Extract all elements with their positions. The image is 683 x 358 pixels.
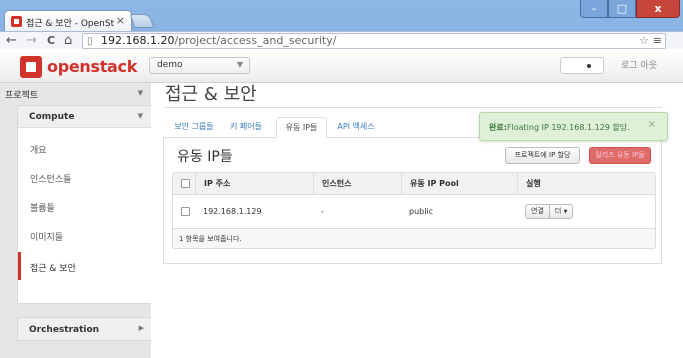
close-window-button[interactable]: x (636, 0, 680, 18)
maximize-button[interactable]: □ (608, 0, 636, 18)
floating-ips-table: IP 주소 인스턴스 유동 IP Pool 실행 192.168.1.129 -… (172, 172, 656, 249)
header-instance[interactable]: 인스턴스 (313, 173, 351, 194)
header-ip-address[interactable]: IP 주소 (195, 173, 230, 194)
header-actions: 실행 (517, 173, 541, 194)
reload-icon[interactable]: C (47, 33, 55, 48)
tab-api-access[interactable]: API 엑세스 (331, 117, 381, 138)
forward-icon[interactable]: → (26, 33, 37, 48)
section-title: 유동 IP들 (177, 149, 233, 165)
row-action-group: 연결 더 ▼ (525, 204, 574, 219)
tab-close-icon[interactable]: × (116, 14, 125, 27)
tab-title: 접근 & 보안 - OpenStack (26, 19, 114, 29)
release-ips-button[interactable]: 릴리즈 유동 IP들 (589, 147, 651, 164)
success-alert: 완료:Floating IP 192.168.1.129 할당. × (479, 112, 668, 141)
cell-actions: 연결 더 ▼ (521, 195, 621, 228)
select-all-checkbox-cell (181, 173, 193, 194)
menu-icon[interactable]: ≡ (653, 34, 662, 48)
signout-link[interactable]: 로그 아웃 (621, 58, 657, 71)
logo-text: openstack (47, 57, 138, 76)
sidebar-item-overview[interactable]: 개요 (18, 134, 151, 162)
table-header: IP 주소 인스턴스 유동 IP Pool 실행 (173, 173, 655, 195)
tab-floating-ips[interactable]: 유동 IP들 (276, 117, 327, 138)
browser-window: 접근 & 보안 - OpenStack × – □ x ← → C ⌂ ▯ 19… (0, 0, 683, 358)
user-menu-button[interactable] (560, 57, 604, 74)
home-icon[interactable]: ⌂ (64, 33, 72, 48)
associate-button[interactable]: 연결 (525, 204, 550, 219)
chevron-down-icon: ▼ (137, 89, 143, 97)
chevron-right-icon: ▶ (138, 324, 144, 332)
cell-ip-address: 192.168.1.129 (203, 207, 262, 216)
alert-message: 완료:Floating IP 192.168.1.129 할당. (489, 123, 630, 132)
compute-header[interactable]: Compute ▼ (18, 106, 151, 128)
row-checkbox-cell (181, 195, 193, 228)
bookmark-star-icon[interactable]: ☆ (639, 34, 649, 48)
openstack-favicon-icon (11, 16, 22, 27)
chevron-down-icon: ▼ (236, 60, 243, 69)
sidebar-item-instances[interactable]: 인스턴스들 (18, 163, 151, 191)
sidebar-item-images[interactable]: 이미지들 (18, 221, 151, 249)
top-navbar: openstack demo ▼ 로그 아웃 (0, 49, 683, 83)
sidebar-item-access-security[interactable]: 접근 & 보안 (18, 252, 151, 280)
cell-pool: public (409, 207, 434, 216)
sidebar-project-header[interactable]: 프로젝트 ▼ (0, 83, 151, 103)
table-row: 192.168.1.129 - public 연결 더 ▼ (173, 195, 655, 229)
project-select[interactable]: demo ▼ (149, 57, 250, 74)
page: openstack demo ▼ 로그 아웃 프로젝트 ▼ Compute ▼ … (0, 49, 683, 358)
divider (165, 107, 662, 108)
header-pool[interactable]: 유동 IP Pool (401, 173, 459, 194)
alert-close-icon[interactable]: × (648, 119, 656, 130)
row-checkbox[interactable] (181, 207, 190, 216)
tab-key-pairs[interactable]: 키 페어들 (223, 117, 269, 138)
sidebar-item-volumes[interactable]: 볼륨들 (18, 192, 151, 220)
orchestration-header[interactable]: Orchestration ▶ (17, 317, 151, 341)
browser-toolbar: ← → C ⌂ ▯ 192.168.1.20/project/access_an… (0, 31, 683, 49)
cell-instance: - (321, 207, 324, 216)
address-bar[interactable]: ▯ 192.168.1.20/project/access_and_securi… (82, 33, 666, 49)
back-icon[interactable]: ← (6, 33, 17, 48)
caret-down-icon: ▼ (563, 209, 568, 215)
items-count: 1 항목을 보여줍니다. (179, 234, 242, 243)
browser-tab[interactable]: 접근 & 보안 - OpenStack × (4, 10, 132, 32)
sidebar: 프로젝트 ▼ Compute ▼ 개요 인스턴스들 볼륨들 이미지들 접근 & … (0, 83, 151, 358)
more-actions-dropdown[interactable]: 더 ▼ (549, 204, 574, 219)
chevron-down-icon: ▼ (137, 112, 143, 120)
tab-security-groups[interactable]: 보안 그룹들 (169, 117, 219, 138)
allocate-ip-button[interactable]: 프로젝트에 IP 할당 (505, 147, 580, 164)
compute-panel: Compute ▼ 개요 인스턴스들 볼륨들 이미지들 접근 & 보안 (17, 105, 151, 304)
page-icon: ▯ (87, 36, 93, 47)
openstack-logo-icon (20, 56, 42, 78)
table-footer: 1 항목을 보여줍니다. (173, 229, 655, 248)
select-all-checkbox[interactable] (181, 179, 190, 188)
page-title: 접근 & 보안 (165, 84, 257, 105)
url-text: 192.168.1.20/project/access_and_security… (101, 34, 337, 47)
minimize-button[interactable]: – (580, 0, 608, 18)
new-tab-button[interactable] (129, 14, 155, 28)
